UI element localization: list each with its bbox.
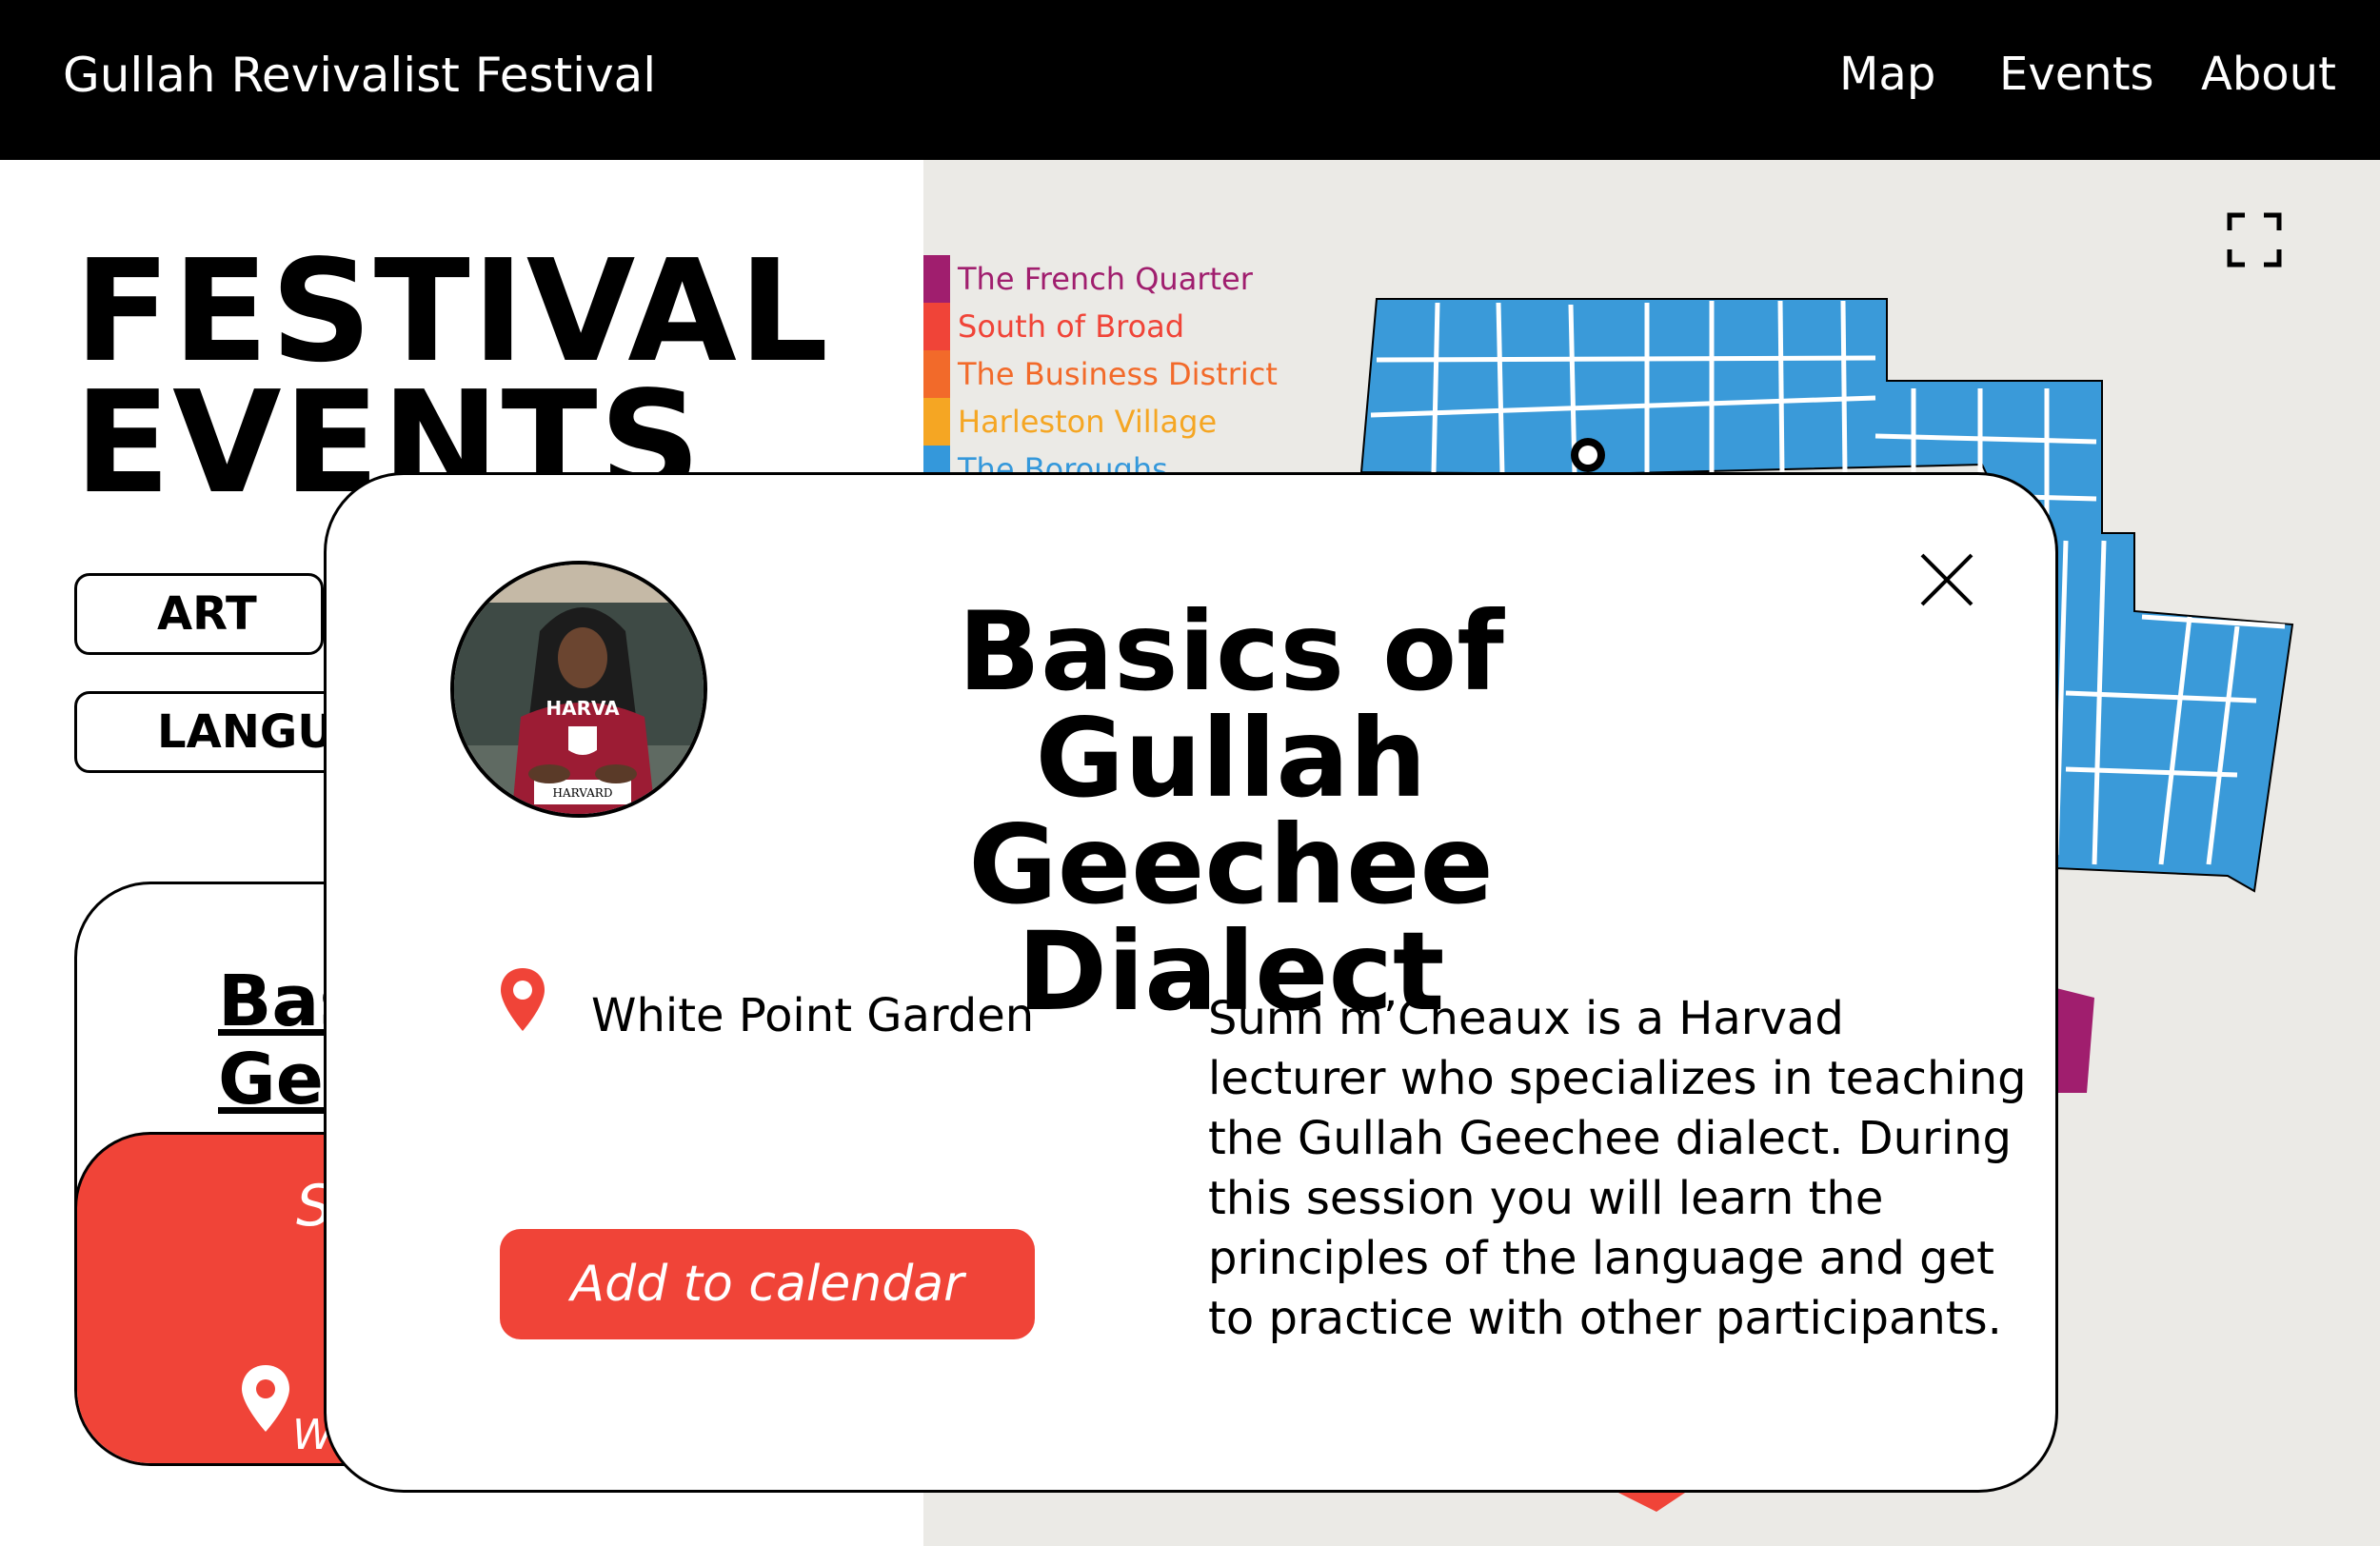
location-pin-icon (242, 1365, 289, 1432)
event-location: White Point Garden (591, 989, 1035, 1042)
add-to-calendar-button[interactable]: Add to calendar (500, 1229, 1035, 1339)
page-title: FESTIVAL EVENTS (74, 229, 831, 513)
page-title-line-1: FESTIVAL (74, 229, 831, 393)
svg-text:HARVA: HARVA (545, 697, 620, 720)
speaker-avatar: HARVA HARVARD (450, 561, 707, 818)
location-pin-icon (501, 968, 545, 1031)
close-icon[interactable] (1916, 549, 1977, 610)
nav-map-link[interactable]: Map (1839, 48, 1935, 101)
event-detail-modal: HARVA HARVARD Basics of Gullah Geechee D… (324, 472, 2058, 1493)
filter-chip-art[interactable]: ART (74, 573, 324, 655)
nav-events-link[interactable]: Events (1999, 48, 2154, 101)
event-description: Sunn m’Cheaux is a Harvad lecturer who s… (1208, 992, 2027, 1345)
event-title: Basics of Gullah Geechee Dialect (774, 588, 1688, 1026)
event-title-line-1: Basics of Gullah (958, 588, 1504, 822)
svg-text:HARVARD: HARVARD (553, 786, 613, 800)
site-brand[interactable]: Gullah Revivalist Festival (63, 48, 656, 103)
speaker-photo: HARVA HARVARD (454, 565, 704, 814)
nav-about-link[interactable]: About (2201, 48, 2336, 101)
top-navbar: Gullah Revivalist Festival Map Events Ab… (0, 0, 2380, 160)
